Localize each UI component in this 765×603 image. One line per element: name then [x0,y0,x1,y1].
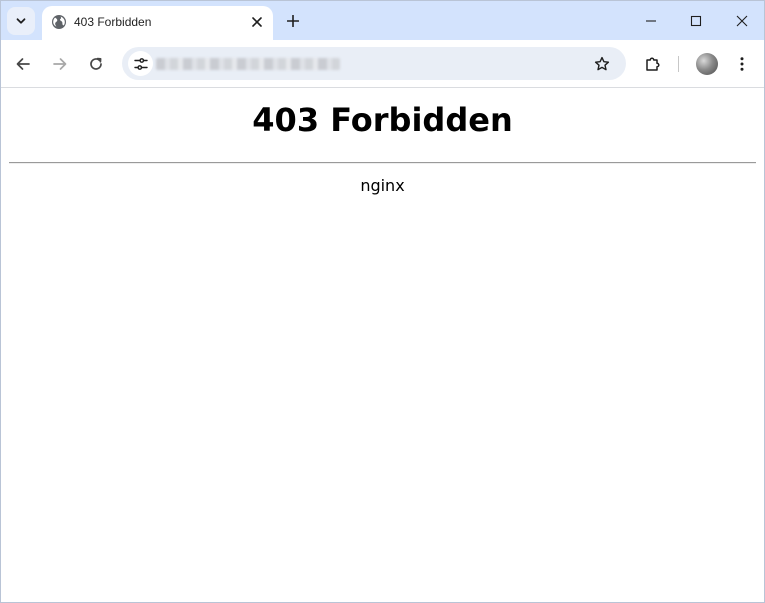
globe-icon [52,15,66,29]
close-window-icon [736,15,748,27]
divider [9,162,756,164]
avatar[interactable] [696,53,718,75]
menu-button[interactable] [730,52,754,76]
server-signature: nginx [360,176,405,195]
tab-title: 403 Forbidden [74,15,152,29]
browser-toolbar [1,40,764,88]
tab-search-button[interactable] [7,7,35,35]
back-button[interactable] [11,52,35,76]
site-info-button[interactable] [128,51,153,76]
tab-close-button[interactable] [248,13,266,31]
url-text [156,58,340,70]
page-content: 403 Forbidden nginx [1,88,764,602]
reload-button[interactable] [84,52,108,76]
back-arrow-icon [16,58,30,70]
new-tab-button[interactable] [282,10,304,32]
close-icon [252,17,262,27]
maximize-icon [690,15,702,27]
page-title: 403 Forbidden [252,101,513,139]
minimize-icon [646,20,656,22]
bookmark-button[interactable] [592,54,612,74]
kebab-menu-icon [740,57,744,71]
forward-button[interactable] [48,52,72,76]
tune-icon [133,57,148,70]
tab-strip: 403 Forbidden [1,1,764,41]
minimize-button[interactable] [639,9,663,33]
close-window-button[interactable] [730,9,754,33]
toolbar-divider [678,56,679,72]
browser-window: 403 Forbidden 403 Forbidden nginx [0,0,765,603]
forward-arrow-icon [53,58,67,70]
address-bar[interactable] [122,47,626,80]
chevron-down-icon [16,18,26,24]
plus-icon [287,15,299,27]
tab-active[interactable]: 403 Forbidden [42,6,273,41]
star-icon [594,56,610,71]
puzzle-icon [646,57,660,71]
maximize-button[interactable] [684,9,708,33]
reload-icon [90,57,102,70]
extensions-button[interactable] [641,52,665,76]
